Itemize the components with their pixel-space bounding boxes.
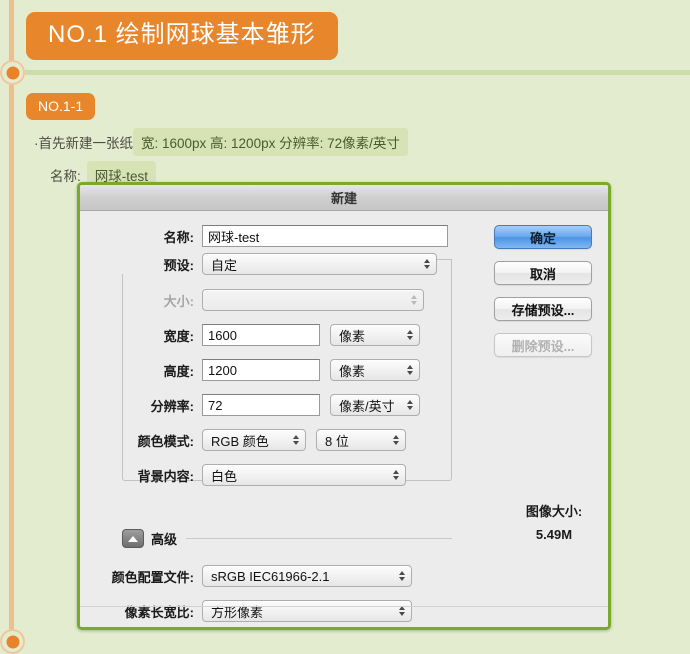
- pixel-aspect-row: 像素长宽比: 方形像素: [86, 600, 412, 622]
- resolution-input[interactable]: [202, 394, 320, 416]
- stepper-arrows-icon: [293, 435, 299, 445]
- pixel-aspect-label: 像素长宽比:: [86, 602, 194, 621]
- pixel-aspect-value: 方形像素: [211, 602, 263, 621]
- timeline-marker-dot-bottom: [6, 635, 19, 648]
- height-input[interactable]: [202, 359, 320, 381]
- color-profile-label: 颜色配置文件:: [86, 567, 194, 586]
- resolution-unit-select[interactable]: 像素/英寸: [330, 394, 420, 416]
- width-unit-select[interactable]: 像素: [330, 324, 420, 346]
- height-unit-select[interactable]: 像素: [330, 359, 420, 381]
- stepper-arrows-icon: [407, 365, 413, 375]
- cancel-button[interactable]: 取消: [494, 261, 592, 285]
- height-label: 高度:: [122, 361, 194, 380]
- instruction-line-1: ·首先新建一张纸 宽: 1600px 高: 1200px 分辨率: 72像素/英…: [34, 128, 654, 156]
- dialog-title: 新建: [331, 188, 357, 207]
- dialog-body: 名称: 预设: 自定 大小: 宽度: 像素: [80, 211, 608, 628]
- triangle-up-icon[interactable]: [122, 529, 144, 548]
- resolution-unit-value: 像素/英寸: [339, 396, 395, 415]
- image-size-label: 图像大小:: [494, 501, 611, 520]
- instruction-line-1-text: ·首先新建一张纸: [34, 129, 133, 155]
- height-row: 高度: 像素: [122, 359, 420, 381]
- preset-row: 预设: 自定: [122, 253, 437, 275]
- preset-select-value: 自定: [211, 255, 237, 274]
- step-badge: NO.1-1: [26, 93, 95, 120]
- color-mode-value: RGB 颜色: [211, 431, 269, 450]
- preset-label: 预设:: [122, 255, 194, 274]
- color-profile-row: 颜色配置文件: sRGB IEC61966-2.1: [86, 565, 412, 587]
- timeline-marker-node-bottom: [0, 629, 25, 654]
- pixel-aspect-select[interactable]: 方形像素: [202, 600, 412, 622]
- stepper-arrows-icon: [393, 435, 399, 445]
- section-divider: [25, 70, 690, 75]
- timeline-marker-dot: [6, 66, 19, 79]
- timeline-vertical-line: [9, 0, 14, 641]
- ok-button[interactable]: 确定: [494, 225, 592, 249]
- stepper-arrows-icon: [407, 330, 413, 340]
- color-depth-select[interactable]: 8 位: [316, 429, 406, 451]
- stepper-arrows-icon: [399, 571, 405, 581]
- instructions-block: ·首先新建一张纸 宽: 1600px 高: 1200px 分辨率: 72像素/英…: [34, 128, 654, 189]
- resolution-row: 分辨率: 像素/英寸: [122, 394, 420, 416]
- advanced-divider: [186, 538, 452, 539]
- timeline-marker-node: [0, 60, 25, 85]
- dialog-footer-separator: [80, 606, 608, 607]
- stepper-arrows-icon: [411, 295, 417, 305]
- stepper-arrows-icon: [424, 259, 430, 269]
- size-row: 大小:: [122, 289, 424, 311]
- width-row: 宽度: 像素: [122, 324, 420, 346]
- name-row: 名称:: [122, 225, 448, 247]
- image-size-value: 5.49M: [494, 527, 611, 542]
- color-mode-select[interactable]: RGB 颜色: [202, 429, 306, 451]
- color-profile-value: sRGB IEC61966-2.1: [211, 569, 330, 584]
- background-content-row: 背景内容: 白色: [109, 464, 406, 486]
- color-mode-row: 颜色模式: RGB 颜色 8 位: [109, 429, 406, 451]
- height-unit-value: 像素: [339, 361, 365, 380]
- background-content-label: 背景内容:: [109, 466, 194, 485]
- name-label: 名称:: [122, 227, 194, 246]
- page-title: NO.1 绘制网球基本雏形: [26, 12, 338, 60]
- stepper-arrows-icon: [407, 400, 413, 410]
- new-document-dialog: 新建 名称: 预设: 自定 大小: 宽: [77, 182, 611, 630]
- save-preset-button[interactable]: 存储预设...: [494, 297, 592, 321]
- resolution-label: 分辨率:: [122, 396, 194, 415]
- color-profile-select[interactable]: sRGB IEC61966-2.1: [202, 565, 412, 587]
- width-label: 宽度:: [122, 326, 194, 345]
- color-depth-value: 8 位: [325, 431, 349, 450]
- advanced-section-row[interactable]: 高级: [122, 529, 452, 548]
- color-mode-label: 颜色模式:: [109, 431, 194, 450]
- size-select: [202, 289, 424, 311]
- delete-preset-button: 删除预设...: [494, 333, 592, 357]
- stepper-arrows-icon: [399, 606, 405, 616]
- width-unit-value: 像素: [339, 326, 365, 345]
- dialog-titlebar: 新建: [80, 185, 608, 211]
- instruction-line-1-highlight: 宽: 1600px 高: 1200px 分辨率: 72像素/英寸: [133, 128, 408, 156]
- background-content-select[interactable]: 白色: [202, 464, 406, 486]
- advanced-label: 高级: [151, 529, 177, 548]
- size-label: 大小:: [122, 291, 194, 310]
- preset-select[interactable]: 自定: [202, 253, 437, 275]
- stepper-arrows-icon: [393, 470, 399, 480]
- background-content-value: 白色: [211, 466, 237, 485]
- name-input[interactable]: [202, 225, 448, 247]
- width-input[interactable]: [202, 324, 320, 346]
- instruction-line-2-text: 名称:: [50, 162, 81, 188]
